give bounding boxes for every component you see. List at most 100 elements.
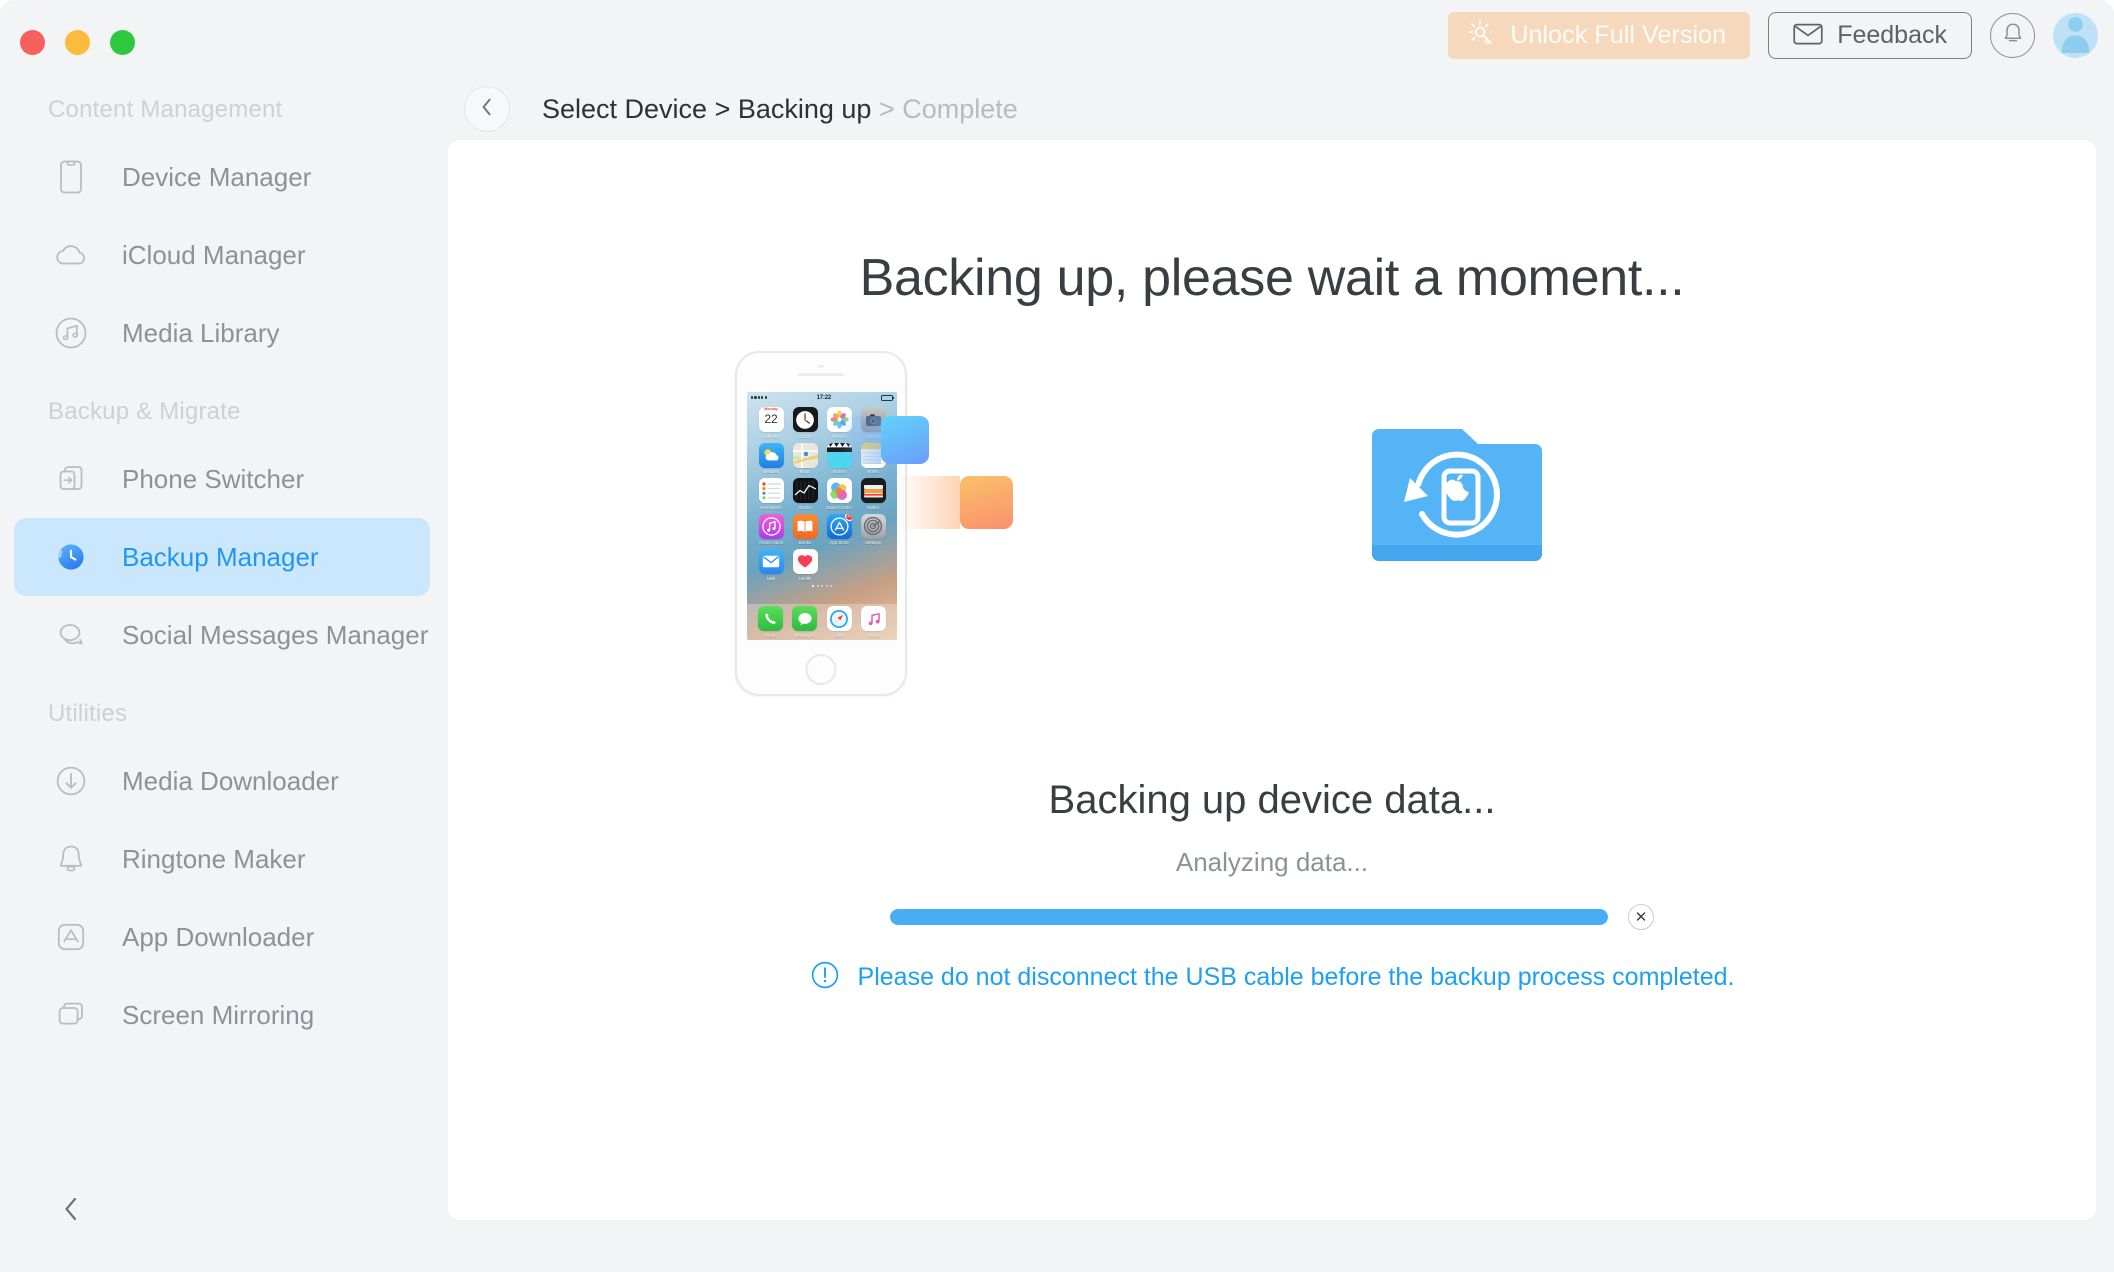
sidebar-item-label: Media Downloader bbox=[122, 765, 339, 796]
books-glyph bbox=[792, 513, 818, 539]
breadcrumb-step-backing-up: Backing up bbox=[737, 93, 872, 124]
sidebar-item-social-messages-manager[interactable]: Social Messages Manager bbox=[14, 596, 430, 674]
phone-dock: Phone Messages Safari Music bbox=[747, 604, 897, 640]
exclamation-circle-icon bbox=[810, 960, 840, 995]
sidebar-group-title-utilities: Utilities bbox=[48, 700, 128, 727]
sidebar-item-icloud-manager[interactable]: iCloud Manager bbox=[14, 216, 430, 294]
close-window-button[interactable] bbox=[20, 30, 45, 55]
sidebar-item-device-manager[interactable]: Device Manager bbox=[14, 138, 430, 216]
chevron-left-icon bbox=[59, 1194, 83, 1229]
app-icon-itunes-store: iTunes Store bbox=[755, 513, 787, 545]
app-label: Clock bbox=[799, 433, 811, 439]
key-unlock-icon bbox=[1468, 19, 1498, 52]
phone-camera bbox=[818, 365, 824, 368]
progress-title: Backing up device data... bbox=[1048, 778, 1496, 822]
app-label: Weather bbox=[762, 469, 780, 474]
stocks-glyph bbox=[792, 478, 818, 503]
notifications-button[interactable] bbox=[1990, 13, 2035, 58]
game-center-glyph bbox=[826, 478, 852, 503]
close-icon: ✕ bbox=[1634, 908, 1648, 926]
app-icon-books: Books bbox=[789, 513, 821, 545]
feedback-label: Feedback bbox=[1837, 21, 1947, 49]
signal-dots-icon bbox=[751, 396, 767, 399]
sidebar-item-backup-manager[interactable]: Backup Manager bbox=[14, 518, 430, 596]
sidebar-collapse-button[interactable] bbox=[52, 1192, 90, 1230]
screens-icon bbox=[48, 992, 94, 1038]
unlock-full-version-label: Unlock Full Version bbox=[1510, 21, 1727, 49]
cancel-backup-button[interactable]: ✕ bbox=[1628, 904, 1654, 930]
app-label: iTunes Store bbox=[758, 540, 784, 545]
app-label: Calendar bbox=[762, 433, 780, 439]
phone-transfer-icon bbox=[48, 456, 94, 502]
app-store-badge: 33 bbox=[844, 513, 852, 521]
orange-data-block bbox=[896, 476, 1013, 529]
app-label: Settings bbox=[865, 540, 881, 545]
sidebar-item-label: iCloud Manager bbox=[122, 239, 306, 270]
sidebar-item-label: Ringtone Maker bbox=[122, 843, 306, 874]
bell-outline-icon bbox=[48, 836, 94, 882]
safari-glyph bbox=[826, 606, 852, 632]
progress-status-text: Analyzing data... bbox=[1175, 847, 1369, 877]
dock-label: Safari bbox=[833, 632, 845, 638]
clock-backup-icon bbox=[48, 534, 94, 580]
user-avatar-icon bbox=[2053, 13, 2098, 58]
app-icon-clock: Clock bbox=[789, 407, 821, 439]
app-icon-reminders: Reminders bbox=[755, 478, 787, 510]
music-circle-icon bbox=[48, 310, 94, 356]
app-icon-maps: Maps bbox=[789, 442, 821, 474]
battery-icon bbox=[880, 394, 894, 401]
progress-row: ✕ bbox=[448, 904, 2096, 930]
wallet-glyph bbox=[860, 478, 886, 503]
minimize-window-button[interactable] bbox=[65, 30, 90, 55]
download-circle-icon bbox=[48, 758, 94, 804]
health-glyph bbox=[792, 549, 818, 574]
dock-label: Phone bbox=[763, 632, 777, 638]
unlock-full-version-button[interactable]: Unlock Full Version bbox=[1448, 12, 1751, 59]
envelope-icon bbox=[1793, 22, 1823, 49]
app-store-glyph: 33 bbox=[826, 513, 852, 539]
sidebar-item-label: Media Library bbox=[122, 317, 280, 348]
sidebar-item-phone-switcher[interactable]: Phone Switcher bbox=[14, 440, 430, 518]
bell-icon bbox=[2000, 20, 2026, 51]
app-label: Stocks bbox=[798, 504, 812, 510]
breadcrumb: Select Device > Backing up > Complete bbox=[448, 78, 2114, 140]
warning-row: Please do not disconnect the USB cable b… bbox=[448, 960, 2096, 995]
chevron-left-icon bbox=[478, 96, 496, 123]
sidebar-item-label: Device Manager bbox=[122, 161, 312, 192]
phone-status-time: 17:22 bbox=[816, 394, 832, 401]
sidebar-item-media-downloader[interactable]: Media Downloader bbox=[14, 742, 430, 820]
sidebar-item-media-library[interactable]: Media Library bbox=[14, 294, 430, 372]
zoom-window-button[interactable] bbox=[110, 30, 135, 55]
app-label: App Store bbox=[829, 540, 849, 545]
phone-call-glyph bbox=[757, 606, 783, 632]
sidebar-group-title-backup-migrate: Backup & Migrate bbox=[48, 398, 241, 425]
avatar[interactable] bbox=[2053, 13, 2098, 58]
iphone-illustration: 17:22 Monday 22 Calendar Clock Weather M… bbox=[735, 351, 907, 696]
breadcrumb-step-select-device[interactable]: Select Device > bbox=[542, 94, 730, 124]
breadcrumb-back-button[interactable] bbox=[464, 86, 510, 132]
sidebar-group-title-content-management: Content Management bbox=[48, 96, 283, 123]
phone-home-button bbox=[805, 654, 837, 685]
app-icon-settings: Settings bbox=[857, 513, 889, 545]
main-area: Select Device > Backing up > Complete Ba… bbox=[448, 78, 2114, 1272]
window-traffic-lights bbox=[20, 30, 135, 55]
sidebar-item-screen-mirroring[interactable]: Screen Mirroring bbox=[14, 976, 430, 1054]
page-title: Backing up, please wait a moment... bbox=[859, 249, 1685, 307]
app-label: Wallet bbox=[866, 504, 880, 510]
sidebar-item-app-downloader[interactable]: App Downloader bbox=[14, 898, 430, 976]
blue-data-block bbox=[839, 416, 929, 464]
breadcrumb-text: Select Device > Backing up > Complete bbox=[542, 94, 1018, 125]
feedback-button[interactable]: Feedback bbox=[1768, 12, 1972, 59]
orange-data-block-trail bbox=[896, 476, 960, 529]
sidebar-item-ringtone-maker[interactable]: Ringtone Maker bbox=[14, 820, 430, 898]
app-label: Maps bbox=[799, 469, 811, 474]
app-icon-game-center: Game Center bbox=[823, 478, 855, 510]
mail-glyph bbox=[758, 549, 784, 574]
calendar-glyph: Monday 22 bbox=[758, 407, 784, 432]
appstore-icon bbox=[48, 914, 94, 960]
app-icon-weather: Weather bbox=[755, 442, 787, 474]
dock-icon-music: Music bbox=[861, 606, 887, 638]
titlebar-actions: Unlock Full Version Feedback bbox=[1448, 12, 2098, 59]
backup-illustration: 17:22 Monday 22 Calendar Clock Weather M… bbox=[448, 351, 2096, 696]
sidebar: Content Management Device Manager iCloud… bbox=[0, 78, 448, 1272]
